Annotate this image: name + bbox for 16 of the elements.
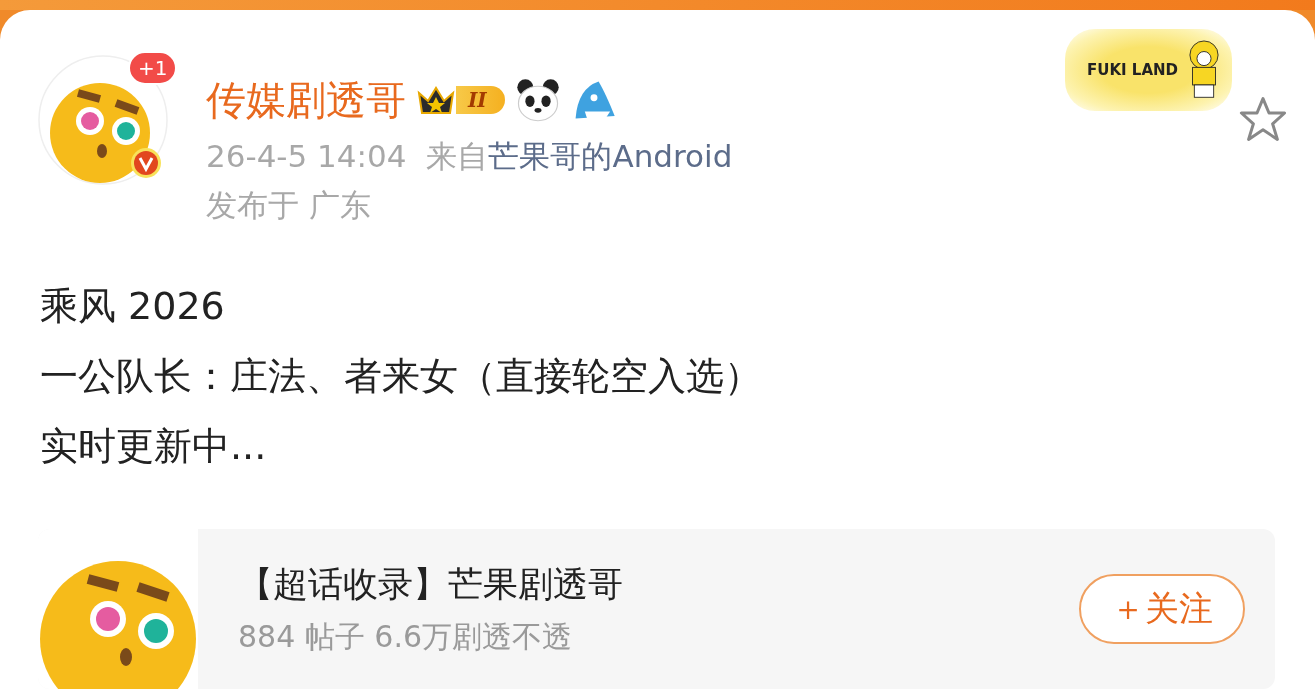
notification-badge: +1: [128, 51, 178, 85]
panda-icon: [514, 77, 561, 123]
post-time: 26-4-5 14:04: [206, 137, 407, 176]
topic-title: 【超话收录】芒果剧透哥: [238, 563, 623, 606]
post-text: 实时更新中...: [40, 423, 268, 470]
post-text: 一公队长：庄法、者来女（直接轮空入选）: [40, 353, 763, 400]
sticker-drawing: FUKI LAND: [1065, 29, 1233, 111]
follow-button[interactable]: ＋关注: [1079, 574, 1245, 644]
topic-stats: 884 帖子 6.6万剧透不透: [238, 618, 574, 656]
username[interactable]: 传媒剧透哥: [206, 75, 406, 125]
post-text: 乘风 2026: [40, 283, 226, 330]
topic-card[interactable]: 【超话收录】芒果剧透哥 884 帖子 6.6万剧透不透 ＋关注: [38, 529, 1275, 689]
source-prefix: 来自: [426, 137, 489, 176]
source-link[interactable]: 芒果哥的Android: [488, 135, 733, 177]
post-location: 发布于 广东: [206, 186, 372, 225]
star-icon[interactable]: [1239, 95, 1287, 143]
